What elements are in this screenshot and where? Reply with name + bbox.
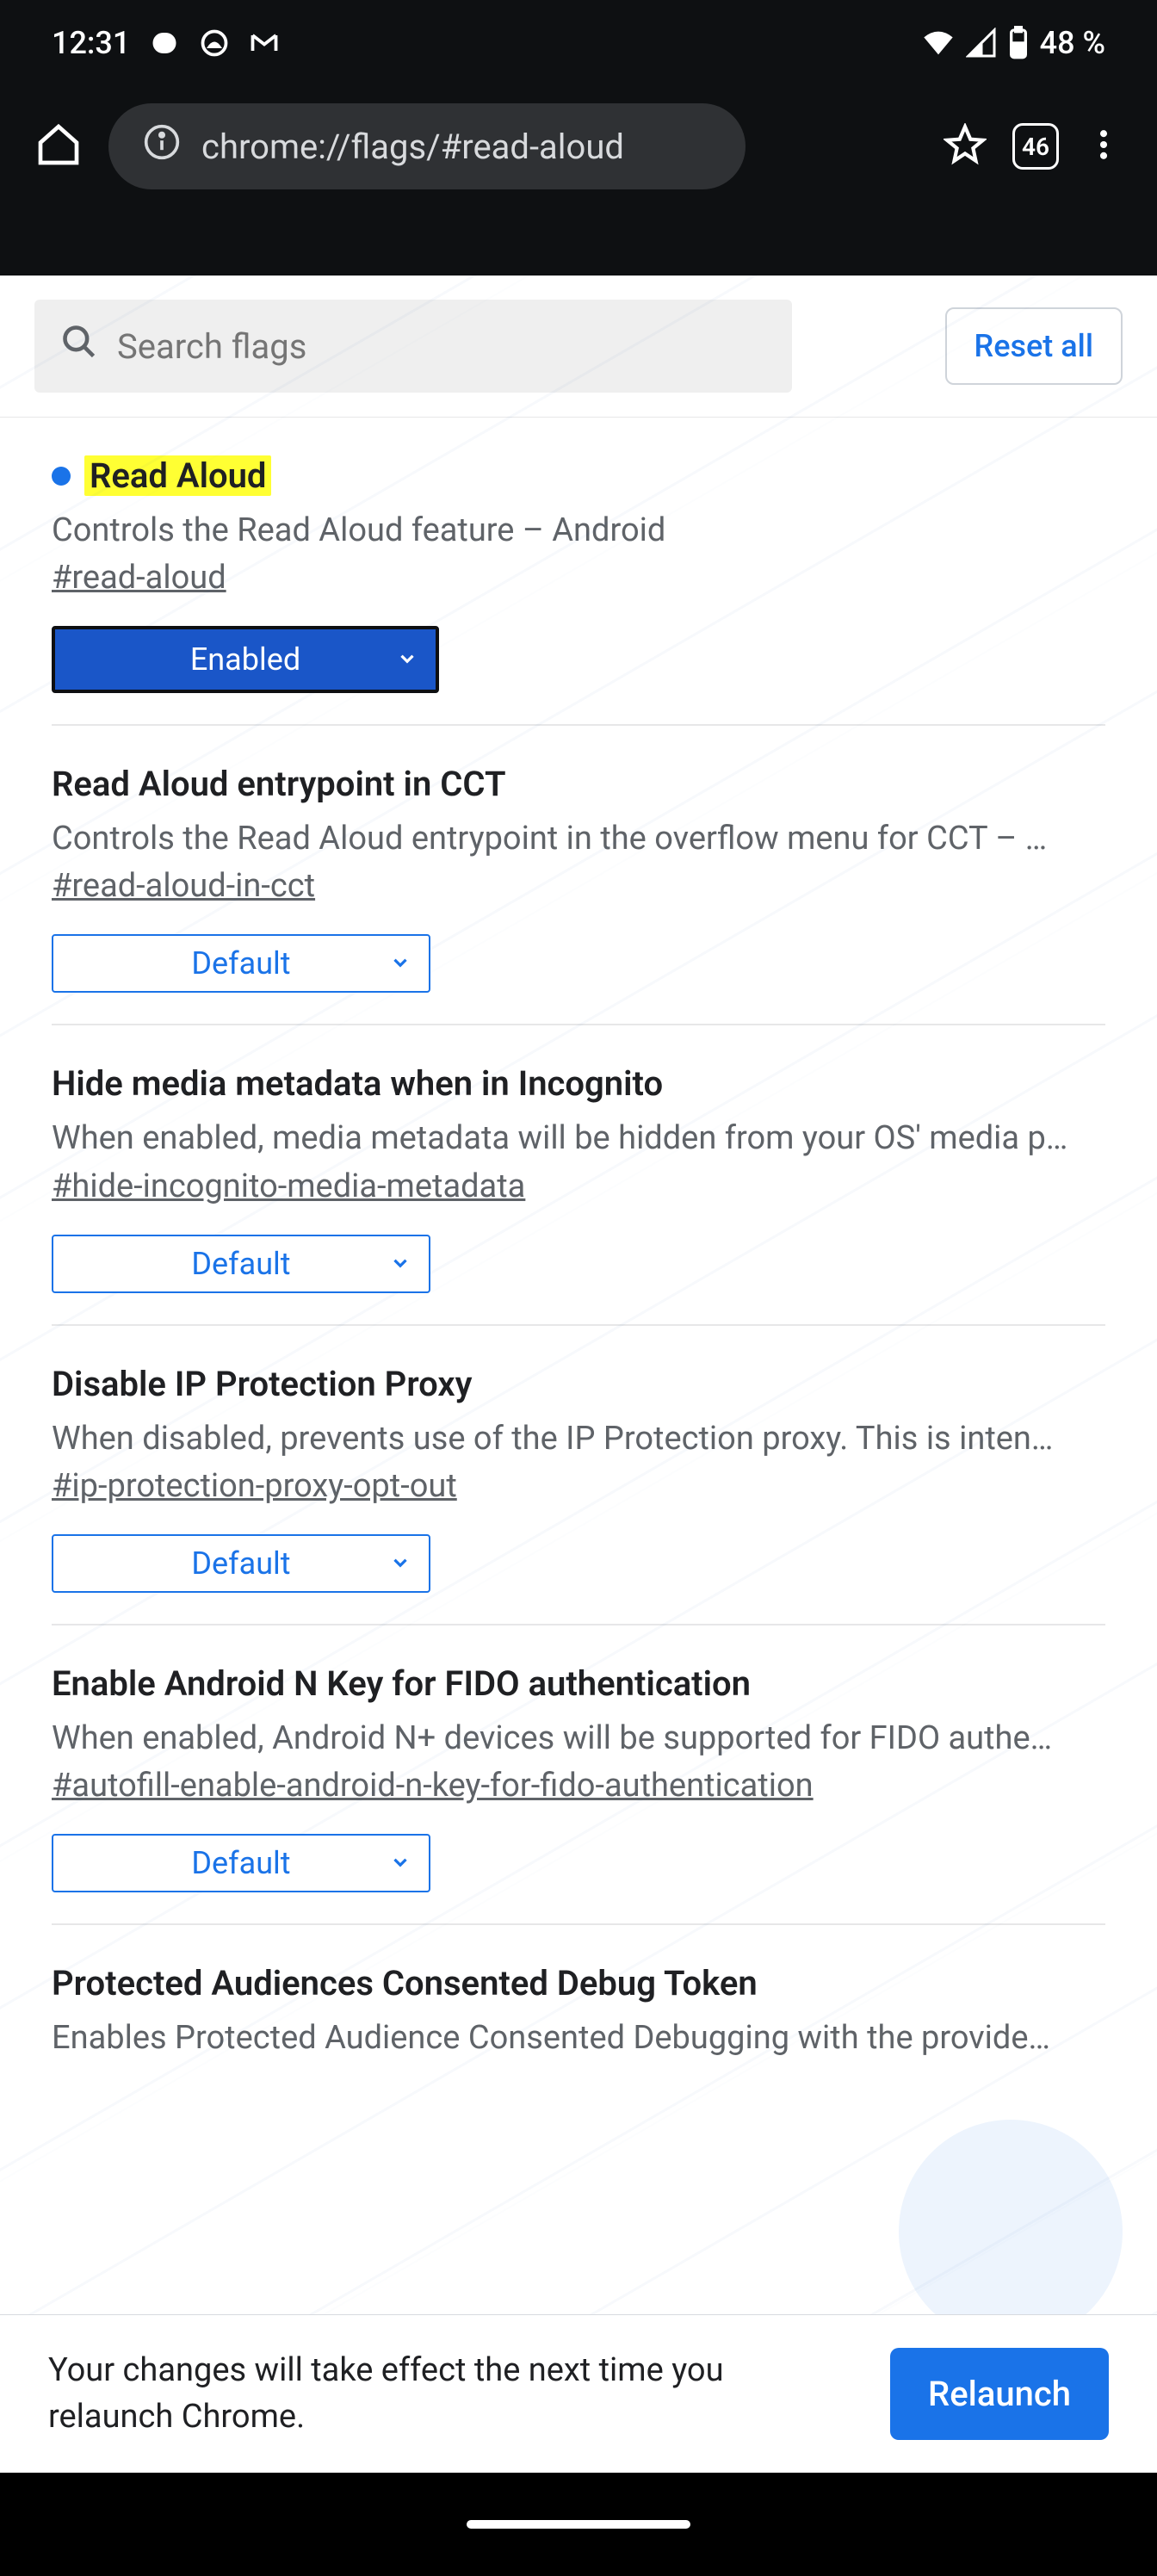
chevron-down-icon xyxy=(389,945,411,981)
chevron-down-icon xyxy=(396,641,418,678)
flag-anchor[interactable]: #autofill-enable-android-n-key-for-fido-… xyxy=(52,1767,814,1805)
url-text: chrome://flags/#read-aloud xyxy=(201,127,624,167)
flag-select[interactable]: Default xyxy=(52,1834,430,1892)
flags-list: Read Aloud Controls the Read Aloud featur… xyxy=(0,418,1157,2061)
flag-description: When disabled, prevents use of the IP Pr… xyxy=(52,1416,1102,1462)
search-input[interactable] xyxy=(117,326,766,367)
flag-title: Enable Android N Key for FIDO authentica… xyxy=(52,1663,751,1704)
flag-description: When enabled, Android N+ devices will be… xyxy=(52,1716,1102,1762)
battery-icon xyxy=(1007,26,1030,60)
overflow-menu-icon[interactable] xyxy=(1085,126,1123,167)
flag-anchor[interactable]: #read-aloud xyxy=(52,559,226,597)
flag-description: Controls the Read Aloud feature – Androi… xyxy=(52,508,1102,554)
flag-item: Hide media metadata when in Incognito Whe… xyxy=(52,1025,1105,1325)
flag-select[interactable]: Enabled xyxy=(52,626,439,693)
tab-count[interactable]: 46 xyxy=(1012,123,1059,170)
flag-anchor[interactable]: #read-aloud-in-cct xyxy=(52,867,315,905)
search-box[interactable] xyxy=(34,300,792,393)
flag-title: Hide media metadata when in Incognito xyxy=(52,1063,663,1104)
home-icon[interactable] xyxy=(34,121,83,172)
modified-dot-icon xyxy=(52,467,71,486)
site-info-icon[interactable] xyxy=(143,123,181,170)
flag-select-value: Default xyxy=(191,1545,290,1582)
flag-select-value: Enabled xyxy=(190,641,300,678)
relaunch-bar: Your changes will take effect the next t… xyxy=(0,2314,1157,2473)
search-icon xyxy=(60,323,98,369)
search-row: Reset all xyxy=(0,276,1157,418)
flag-title: Read Aloud entrypoint in CCT xyxy=(52,764,506,804)
flag-select-value: Default xyxy=(191,1845,290,1881)
flag-item: Enable Android N Key for FIDO authentica… xyxy=(52,1625,1105,1925)
chevron-down-icon xyxy=(389,1545,411,1582)
flag-description: When enabled, media metadata will be hid… xyxy=(52,1116,1102,1161)
flag-select-value: Default xyxy=(191,945,290,981)
relaunch-button[interactable]: Relaunch xyxy=(890,2348,1109,2440)
notif-icon-2 xyxy=(199,28,230,59)
notif-icon-1 xyxy=(149,28,180,59)
status-bar: 12:31 48 % xyxy=(0,0,1157,86)
flag-anchor[interactable]: #hide-incognito-media-metadata xyxy=(52,1167,525,1205)
flag-anchor[interactable]: #ip-protection-proxy-opt-out xyxy=(52,1467,457,1505)
flag-item: Read Aloud entrypoint in CCT Controls the… xyxy=(52,726,1105,1025)
relaunch-message: Your changes will take effect the next t… xyxy=(48,2348,856,2439)
flags-page: Reset all Read Aloud Controls the Read Al… xyxy=(0,276,1157,2473)
flag-select-value: Default xyxy=(191,1246,290,1282)
url-bar[interactable]: chrome://flags/#read-aloud xyxy=(108,103,746,189)
flag-select[interactable]: Default xyxy=(52,1534,430,1593)
signal-icon xyxy=(966,28,997,59)
flag-title: Read Aloud xyxy=(84,455,271,496)
chevron-down-icon xyxy=(389,1246,411,1282)
flag-item: Protected Audiences Consented Debug Toke… xyxy=(52,1925,1105,2061)
flag-item: Read Aloud Controls the Read Aloud featur… xyxy=(52,418,1105,726)
flag-title: Protected Audiences Consented Debug Toke… xyxy=(52,1963,758,2003)
flag-title: Disable IP Protection Proxy xyxy=(52,1364,473,1404)
chevron-down-icon xyxy=(389,1845,411,1881)
reset-all-button[interactable]: Reset all xyxy=(945,307,1123,385)
battery-percent: 48 % xyxy=(1040,25,1105,61)
flag-item: Disable IP Protection Proxy When disabled… xyxy=(52,1326,1105,1625)
browser-toolbar: chrome://flags/#read-aloud 46 xyxy=(0,86,1157,207)
flag-description: Enables Protected Audience Consented Deb… xyxy=(52,2016,1102,2061)
bookmark-icon[interactable] xyxy=(944,123,987,170)
wifi-icon xyxy=(921,26,956,60)
flag-description: Controls the Read Aloud entrypoint in th… xyxy=(52,816,1102,862)
flag-select[interactable]: Default xyxy=(52,934,430,993)
gmail-icon xyxy=(249,28,280,59)
flag-select[interactable]: Default xyxy=(52,1235,430,1293)
system-nav-bar xyxy=(0,2473,1157,2576)
status-time: 12:31 xyxy=(52,25,130,61)
nav-pill[interactable] xyxy=(467,2520,690,2529)
